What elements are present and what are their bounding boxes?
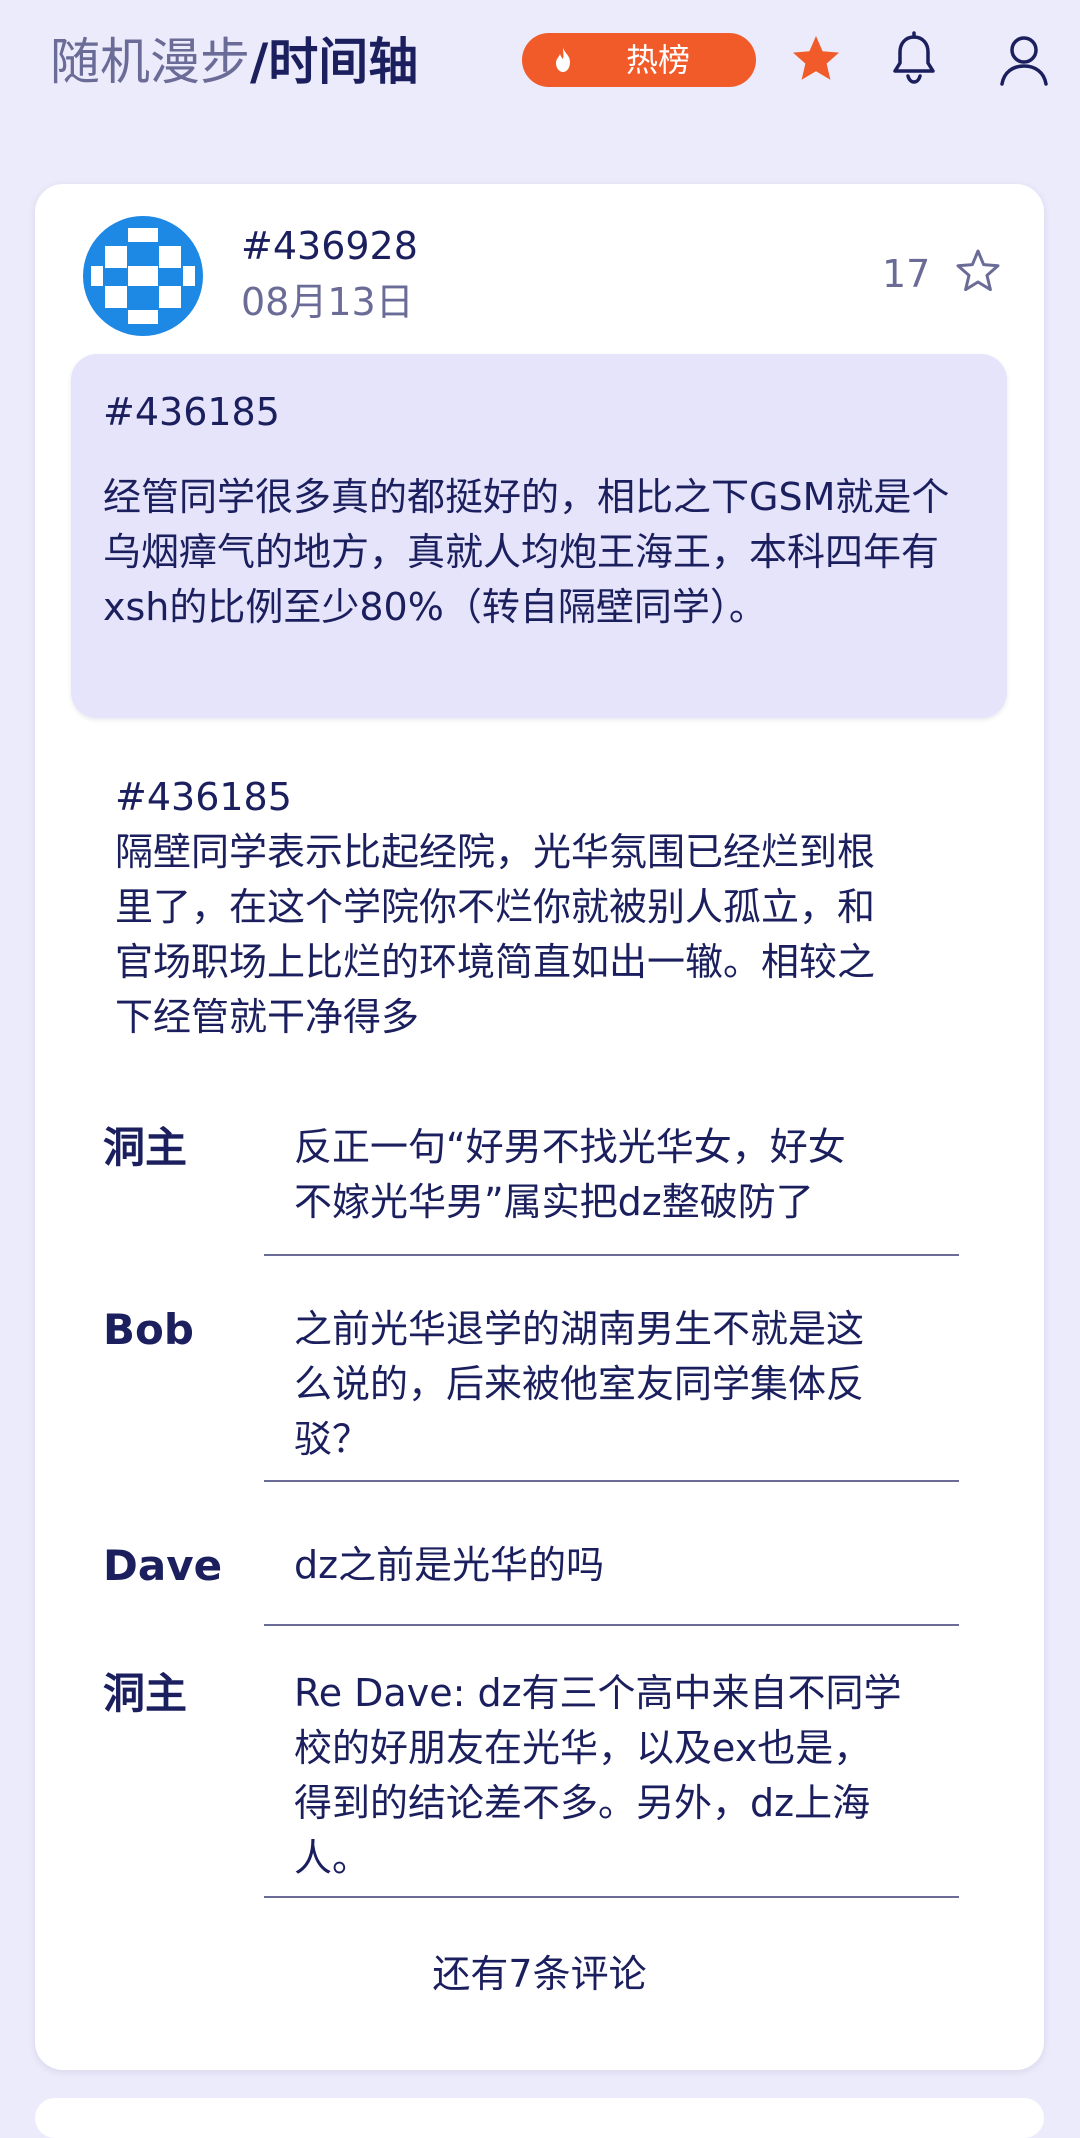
comment-text: Re Dave: dz有三个高中来自不同学 校的好朋友在光华，以及ex也是， 得…: [294, 1666, 994, 1886]
post-body-line: 隔壁同学表示比起经院，光华氛围已经烂到根: [115, 830, 876, 874]
post-date: 08月13日: [241, 280, 414, 324]
comment-line: 人。: [294, 1836, 371, 1880]
hot-list-label: 热榜: [626, 41, 691, 79]
bell-icon[interactable]: [882, 28, 946, 92]
comment-author: Bob: [103, 1305, 194, 1354]
quoted-post-id: #436185: [103, 390, 280, 434]
nav-random-walk[interactable]: 随机漫步: [50, 33, 250, 91]
next-post-card[interactable]: [35, 2098, 1044, 2138]
star-filled-icon[interactable]: [784, 28, 848, 92]
comment-text: dz之前是光华的吗: [294, 1538, 994, 1593]
comment-line: 得到的结论差不多。另外，dz上海: [294, 1781, 871, 1825]
avatar[interactable]: [83, 216, 203, 336]
post-body: #436185 隔壁同学表示比起经院，光华氛围已经烂到根 里了，在这个学院你不烂…: [115, 770, 995, 1045]
comment-line: Re Dave: dz有三个高中来自不同学: [294, 1671, 902, 1715]
comment-line: 反正一句“好男不找光华女，好女: [294, 1125, 846, 1169]
quoted-post-text: 经管同学很多真的都挺好的，相比之下GSM就是个乌烟瘴气的地方，真就人均炮王海王，…: [103, 475, 950, 629]
comment-line: 驳？: [294, 1417, 371, 1461]
divider: [264, 1480, 959, 1482]
top-bar: 随机漫步/时间轴 热榜: [0, 0, 1080, 130]
comment-line: 之前光华退学的湖南男生不就是这: [294, 1307, 865, 1351]
divider: [264, 1254, 959, 1256]
comment-line: 校的好朋友在光华，以及ex也是，: [294, 1726, 872, 1770]
comment-line: dz之前是光华的吗: [294, 1543, 605, 1587]
post-body-line: 下经管就干净得多: [115, 995, 420, 1039]
divider: [264, 1896, 959, 1898]
comment-line: 么说的，后来被他室友同学集体反: [294, 1362, 865, 1406]
comment-author: 洞主: [103, 1123, 188, 1172]
star-outline-icon[interactable]: [951, 246, 1005, 300]
comment-text: 之前光华退学的湖南男生不就是这 么说的，后来被他室友同学集体反 驳？: [294, 1302, 994, 1467]
page-title: 随机漫步/时间轴: [50, 32, 418, 92]
post-body-line: 官场职场上比烂的环境简直如出一辙。相较之: [115, 940, 876, 984]
post-card[interactable]: #436928 08月13日 17 #436185 经管同学很多真的都挺好的，相…: [35, 184, 1044, 2070]
title-separator: /: [250, 33, 269, 91]
post-body-line[interactable]: #436185: [115, 770, 995, 825]
like-count: 17: [882, 252, 931, 296]
comment-text: 反正一句“好男不找光华女，好女 不嫁光华男”属实把dz整破防了: [294, 1120, 994, 1230]
divider: [264, 1624, 959, 1626]
comment-author: 洞主: [103, 1669, 188, 1718]
more-comments-link[interactable]: 还有7条评论: [35, 1950, 1044, 1998]
user-icon[interactable]: [992, 28, 1056, 92]
post-id: #436928: [241, 224, 418, 268]
comment-line: 不嫁光华男”属实把dz整破防了: [294, 1180, 814, 1224]
hot-list-button[interactable]: 热榜: [522, 33, 756, 87]
nav-timeline[interactable]: 时间轴: [268, 33, 418, 91]
quoted-post[interactable]: #436185 经管同学很多真的都挺好的，相比之下GSM就是个乌烟瘴气的地方，真…: [71, 354, 1007, 718]
flame-icon: [556, 47, 570, 72]
comment-author: Dave: [103, 1541, 223, 1590]
post-body-line: 里了，在这个学院你不烂你就被别人孤立，和: [115, 885, 876, 929]
